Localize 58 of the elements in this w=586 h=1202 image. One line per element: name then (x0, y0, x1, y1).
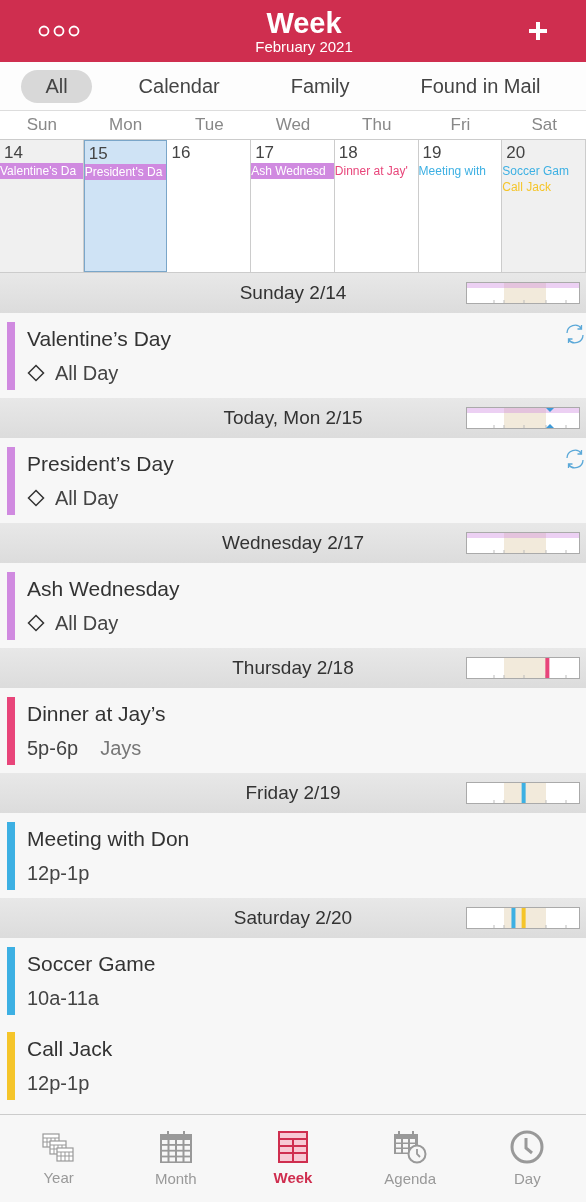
tab-bar-item[interactable]: Week (247, 1130, 338, 1187)
event-time: 12p-1p (27, 1071, 90, 1095)
weekday-label: Wed (274, 115, 312, 135)
section-heading: Sunday 2/14 (239, 282, 347, 304)
stacked-calendars-icon (41, 1131, 76, 1163)
calendar-icon (158, 1130, 193, 1164)
day-cell[interactable]: 16 (167, 140, 252, 272)
day-cell[interactable]: 18 Dinner at Jay' (334, 140, 419, 272)
filter-tab[interactable]: All (21, 69, 92, 103)
event-title: Call Jack (27, 1037, 113, 1062)
day-number: 16 (170, 143, 192, 163)
weekday-label: Tue (193, 115, 225, 135)
diamond-icon (27, 614, 45, 633)
weekday-label: Mon (108, 115, 144, 135)
diamond-icon (27, 489, 45, 508)
event-time: All Day (55, 486, 119, 510)
event-title: Valentine’s Day (27, 327, 171, 352)
event-location: Jays (100, 736, 142, 760)
day-cell[interactable]: 14 Valentine's Da (0, 140, 84, 272)
event-time: 10a-11a (27, 986, 99, 1010)
event-title: Ash Wednesday (27, 577, 180, 602)
day-number: 20 (505, 143, 527, 163)
day-number: 18 (337, 143, 359, 163)
section-heading: Wednesday 2/17 (221, 532, 365, 554)
header-subtitle: February 2021 (255, 37, 353, 55)
calendar-clock-icon (393, 1130, 428, 1164)
day-number: 14 (3, 143, 24, 163)
day-number: 17 (254, 143, 276, 163)
section-heading: Friday 2/19 (245, 782, 341, 804)
day-number: 19 (421, 143, 443, 163)
event-time: All Day (55, 611, 119, 635)
add-icon[interactable] (528, 21, 548, 41)
section-heading: Today, Mon 2/15 (223, 407, 363, 429)
section-heading: Thursday 2/18 (232, 657, 354, 679)
day-number: 15 (87, 144, 109, 164)
filter-tab[interactable]: Family (266, 69, 374, 103)
more-icon[interactable] (38, 25, 80, 37)
header-title: Week (266, 7, 342, 38)
weekday-label: Sun (25, 115, 58, 135)
event-time: 5p-6p (27, 736, 79, 760)
day-cell[interactable]: 17 Ash Wednesd (251, 140, 335, 272)
week-grid-icon (277, 1131, 308, 1163)
weekday-label: Thu (361, 115, 393, 135)
clock-icon (510, 1130, 545, 1164)
event-title: Soccer Game (27, 952, 156, 977)
event-title: President’s Day (27, 452, 174, 477)
diamond-icon (27, 364, 45, 383)
weekday-label: Sat (530, 115, 558, 135)
day-cell[interactable]: 15 President's Da (83, 140, 168, 272)
section-heading: Saturday 2/20 (233, 907, 353, 929)
day-event[interactable]: Dinner at Jay' (334, 163, 418, 179)
weekday-label: Fri (449, 115, 472, 135)
filter-tab[interactable]: Calendar (114, 69, 244, 103)
filter-tab[interactable]: Found in Mail (396, 69, 565, 103)
event-title: Dinner at Jay’s (27, 702, 166, 727)
event-time: 12p-1p (27, 861, 90, 885)
event-title: Meeting with Don (27, 827, 190, 852)
event-time: All Day (55, 361, 119, 385)
